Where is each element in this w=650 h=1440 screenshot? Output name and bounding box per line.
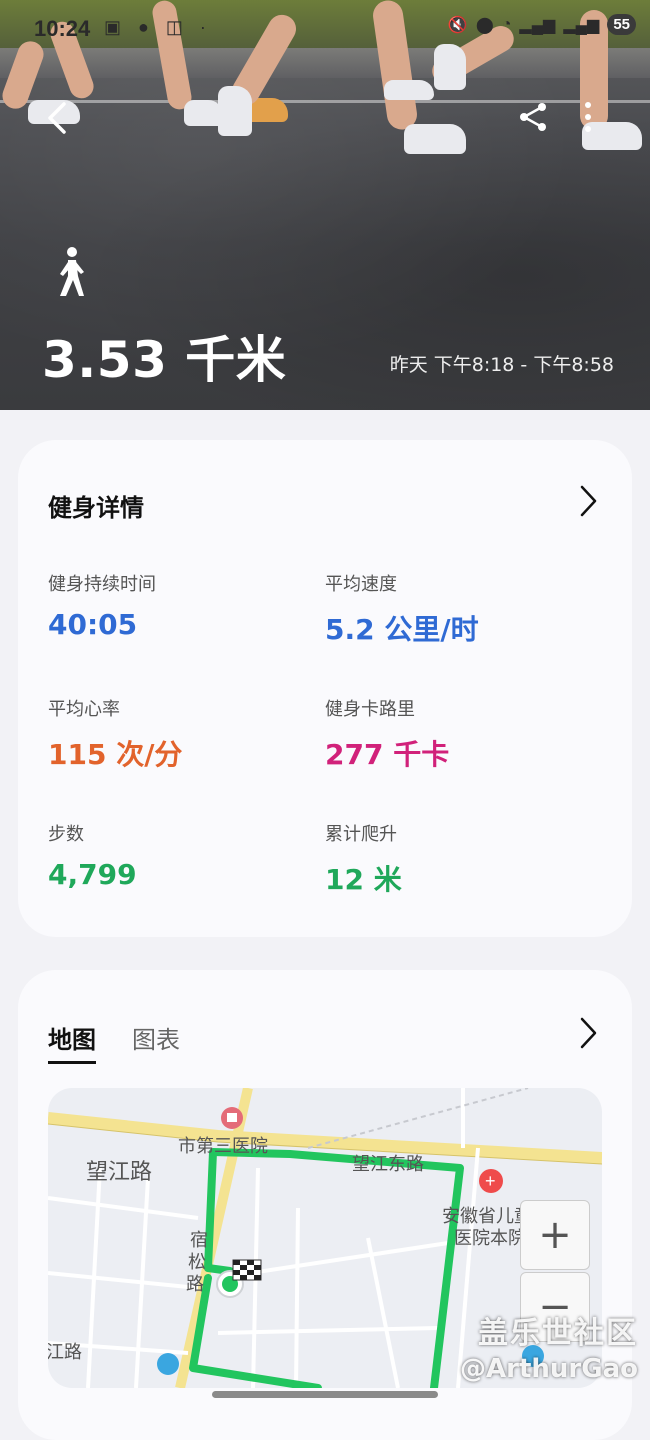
stat-calories: 健身卡路里 277 千卡 — [325, 695, 449, 773]
plus-icon: + — [538, 1212, 572, 1258]
map-label-road-bottom: 江路 — [48, 1342, 82, 1363]
stat-label: 健身持续时间 — [48, 574, 156, 595]
tab-map[interactable]: 地图 — [48, 1020, 96, 1064]
map-label-road-right: 望江东路 — [352, 1154, 424, 1175]
stat-value: 277 千卡 — [325, 738, 450, 771]
runner-shoe — [384, 80, 434, 100]
home-indicator[interactable] — [212, 1391, 438, 1398]
fitness-details-card[interactable]: 健身详情 健身持续时间 40:05 平均速度 5.2 公里/时 平均心率 115… — [18, 440, 632, 937]
map-label-vertical-road: 路 — [186, 1274, 204, 1295]
watermark-author: @ArthurGao — [460, 1354, 638, 1384]
map-label-hospital: 市第三医院 — [178, 1136, 268, 1157]
status-right-icons: 🔇 ⬤ ◔ ▂▄▆ ▂▄▆ 55 — [448, 14, 636, 35]
map-expand-button[interactable] — [578, 1016, 598, 1054]
signal-icon: ▂▄▆ — [519, 16, 556, 34]
tab-chart[interactable]: 图表 — [132, 1020, 180, 1064]
status-time: 10:24 — [34, 16, 91, 41]
status-bar: 10:24 ▣ ● ◫ · 🔇 ⬤ ◔ ▂▄▆ ▂▄▆ 55 — [0, 0, 650, 56]
watermark-community: 盖乐世社区 — [478, 1316, 638, 1351]
chevron-right-icon — [580, 485, 597, 517]
stat-value: 115 次/分 — [48, 738, 183, 771]
svg-text:+: + — [485, 1171, 496, 1191]
stat-steps: 步数 4,799 — [48, 820, 137, 891]
share-button[interactable] — [516, 100, 550, 138]
back-arrow-icon — [48, 102, 66, 134]
stat-elevation-gain: 累计爬升 12 米 — [325, 820, 402, 898]
signal-icon: ▂▄▆ — [563, 16, 600, 34]
runner-shoe — [218, 86, 252, 136]
map-label-childrens-hospital-2: 医院本院 — [454, 1228, 526, 1249]
share-icon — [520, 103, 546, 131]
walking-icon — [54, 246, 88, 302]
wifi-icon: ◔ — [501, 15, 512, 33]
notification-icons: ▣ ● ◫ · — [104, 17, 212, 37]
hero-banner: 10:24 ▣ ● ◫ · 🔇 ⬤ ◔ ▂▄▆ ▂▄▆ 55 3.53 千米 昨… — [0, 0, 650, 410]
location-icon: ⬤ — [475, 16, 494, 34]
stat-value: 40:05 — [48, 608, 138, 641]
map-tabs: 地图 图表 — [48, 1020, 180, 1064]
stat-duration: 健身持续时间 40:05 — [48, 570, 156, 641]
chevron-right-icon — [580, 1017, 597, 1049]
mute-icon: 🔇 — [447, 16, 468, 34]
stat-label: 累计爬升 — [325, 824, 397, 845]
distance-value: 3.53 千米 — [42, 331, 287, 389]
stat-value: 4,799 — [48, 858, 137, 891]
more-options-button[interactable] — [578, 100, 598, 140]
fitness-details-expand-button[interactable] — [578, 484, 598, 522]
stat-heart-rate: 平均心率 115 次/分 — [48, 695, 182, 773]
map-label-road-left: 望江路 — [86, 1160, 153, 1185]
back-button[interactable] — [44, 100, 72, 143]
stat-value: 12 米 — [325, 863, 402, 896]
stat-label: 健身卡路里 — [325, 699, 415, 720]
stat-label: 平均心率 — [48, 699, 120, 720]
stat-average-speed: 平均速度 5.2 公里/时 — [325, 570, 479, 648]
battery-indicator: 55 — [607, 14, 636, 35]
more-vertical-icon — [585, 102, 591, 132]
zoom-in-button[interactable]: + — [520, 1200, 590, 1270]
workout-time-range: 昨天 下午8:18 - 下午8:58 — [389, 354, 614, 376]
stat-label: 步数 — [48, 824, 84, 845]
runner-shoe — [404, 124, 466, 154]
stat-value: 5.2 公里/时 — [325, 613, 479, 646]
fitness-details-title: 健身详情 — [48, 494, 144, 522]
stat-label: 平均速度 — [325, 574, 397, 595]
